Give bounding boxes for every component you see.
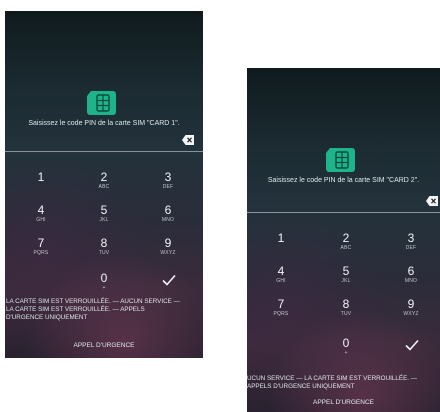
sim-card-icon [326, 148, 355, 172]
key-9[interactable]: 9 WXYZ [148, 237, 188, 257]
key-1[interactable]: 1 [21, 171, 61, 184]
pin-prompt: Saisissez le code PIN de la carte SIM "C… [267, 177, 420, 184]
key-8[interactable]: 8 TUV [84, 237, 124, 257]
key-8[interactable]: 8 TUV [326, 298, 366, 318]
key-5[interactable]: 5 JKL [326, 265, 366, 285]
key-7[interactable]: 7 PQRS [21, 237, 61, 257]
key-3[interactable]: 3 DEF [391, 232, 431, 252]
key-1[interactable]: 1 [261, 232, 301, 245]
backspace-icon[interactable] [182, 135, 194, 145]
key-6[interactable]: 6 MNO [391, 265, 431, 285]
key-5[interactable]: 5 JKL [84, 204, 124, 224]
lockscreen-card1: Saisissez le code PIN de la carte SIM "C… [5, 11, 203, 358]
checkmark-icon[interactable] [162, 274, 176, 286]
key-7[interactable]: 7 PQRS [261, 298, 301, 318]
emergency-call-button[interactable]: APPEL D'URGENCE [5, 342, 203, 349]
backspace-icon[interactable] [426, 196, 438, 206]
key-0[interactable]: 0 + [84, 272, 124, 292]
key-3[interactable]: 3 DEF [148, 171, 188, 191]
key-6[interactable]: 6 MNO [148, 204, 188, 224]
key-4[interactable]: 4 GHI [21, 204, 61, 224]
checkmark-icon[interactable] [405, 339, 419, 351]
emergency-call-button[interactable]: APPEL D'URGENCE [247, 399, 440, 406]
pin-entry-divider [247, 212, 440, 213]
sim-status-text: UCUN SERVICE — LA CARTE SIM EST VERROUIL… [247, 375, 418, 390]
pin-prompt: Saisissez le code PIN de la carte SIM "C… [28, 120, 180, 127]
sim-status-text: LA CARTE SIM EST VERROUILLÉE. — AUCUN SE… [6, 298, 180, 321]
sim-card-icon [87, 91, 116, 115]
pin-entry-divider [5, 151, 203, 152]
key-2[interactable]: 2 ABC [326, 232, 366, 252]
key-0[interactable]: 0 + [326, 337, 366, 357]
key-4[interactable]: 4 GHI [261, 265, 301, 285]
key-2[interactable]: 2 ABC [84, 171, 124, 191]
key-9[interactable]: 9 WXYZ [391, 298, 431, 318]
lockscreen-card2: Saisissez le code PIN de la carte SIM "C… [247, 68, 440, 412]
